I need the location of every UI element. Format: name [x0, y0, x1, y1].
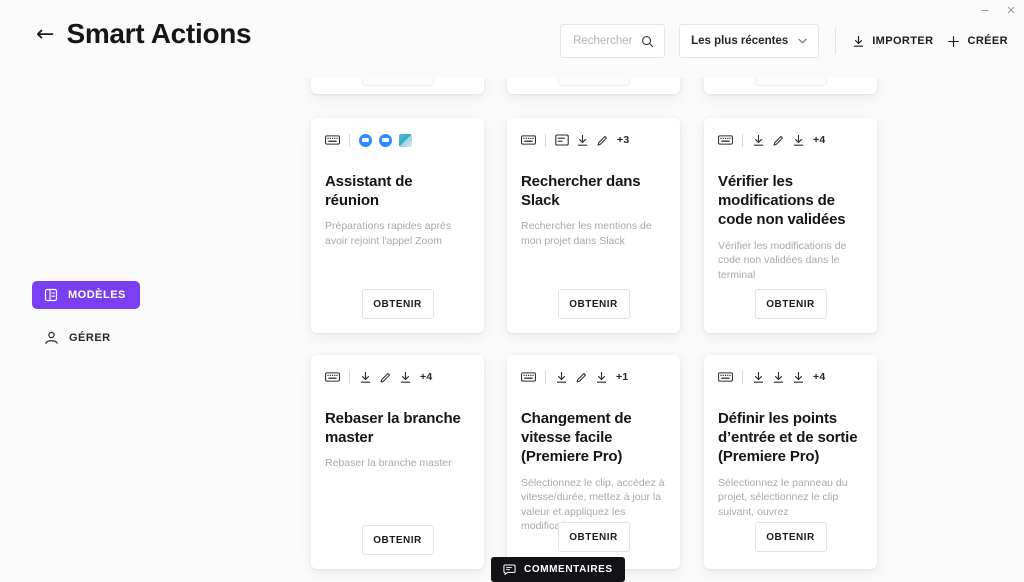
download-icon: [359, 371, 372, 384]
plus-icon: [947, 35, 960, 48]
extra-count: +4: [420, 371, 433, 383]
extra-count: +1: [616, 371, 629, 383]
zoom-app-icon: [359, 133, 372, 147]
icon-divider: [349, 370, 350, 384]
sidebar: MODÈLES GÉRER: [0, 78, 300, 582]
pencil-icon: [379, 371, 392, 384]
download-icon: [752, 134, 765, 147]
card-description: Préparations rapides après avoir rejoint…: [325, 220, 452, 247]
header-toolbar: Les plus récentes IMPORTER CRÉER: [560, 24, 1008, 58]
card-title: Définir les points d’entrée et de sortie…: [718, 410, 858, 466]
card-icon-row: +1: [521, 369, 666, 385]
card-icon-row: +3: [521, 132, 666, 148]
download-icon: [752, 371, 765, 384]
comments-button[interactable]: COMMENTAIRES: [491, 557, 625, 582]
minimize-button[interactable]: [972, 0, 998, 20]
search-input[interactable]: [571, 34, 642, 48]
template-list-icon: [44, 288, 58, 302]
download-icon: [555, 371, 568, 384]
card-description: Sélectionnez le panneau du projet, sélec…: [718, 476, 848, 518]
keyboard-icon: [521, 371, 536, 383]
pencil-icon: [772, 134, 785, 147]
person-icon: [44, 331, 59, 345]
keyboard-icon: [325, 134, 340, 146]
card-description: Rechercher les mentions de mon projet da…: [521, 220, 652, 247]
template-card[interactable]: +3 Rechercher dans Slack Rechercher les …: [507, 118, 680, 333]
download-icon: [852, 35, 865, 48]
sidebar-item-gerer[interactable]: GÉRER: [32, 324, 125, 352]
keyboard-icon: [718, 134, 733, 146]
sidebar-item-label: GÉRER: [69, 332, 111, 344]
toolbar-divider: [835, 28, 837, 54]
card-icon-row: +4: [718, 132, 863, 148]
template-card[interactable]: Assistant de réunion Préparations rapide…: [311, 118, 484, 333]
extra-count: +3: [617, 134, 630, 146]
template-card[interactable]: +4 Vérifier les modifications de code no…: [704, 118, 877, 333]
card-icon-row: +4: [325, 369, 470, 385]
download-icon: [595, 371, 608, 384]
create-label: CRÉER: [967, 35, 1008, 47]
search-icon[interactable]: [641, 35, 654, 48]
card-title: Rechercher dans Slack: [521, 173, 641, 210]
sort-dropdown[interactable]: Les plus récentes: [679, 24, 820, 58]
icon-divider: [545, 133, 546, 147]
close-button[interactable]: [998, 0, 1024, 20]
template-card[interactable]: +4 Rebaser la branche master Rebaser la …: [311, 355, 484, 569]
get-button[interactable]: OBTENIR: [361, 525, 434, 555]
comments-label: COMMENTAIRES: [524, 564, 613, 575]
back-arrow-icon[interactable]: ←: [36, 24, 54, 46]
card-description: Vérifier les modifications de code non v…: [718, 239, 847, 281]
get-button[interactable]: OBTENIR: [361, 289, 434, 319]
card-icon-row: [325, 132, 470, 148]
search-box[interactable]: [560, 24, 666, 58]
template-card[interactable]: +1 Changement de vitesse facile (Premier…: [507, 355, 680, 569]
download-icon: [576, 134, 589, 147]
pencil-icon: [596, 134, 609, 147]
sidebar-item-modeles[interactable]: MODÈLES: [32, 281, 140, 309]
download-icon: [772, 371, 785, 384]
card-title: Rebaser la branche master: [325, 410, 461, 447]
download-icon: [792, 371, 805, 384]
close-icon: [1007, 6, 1015, 14]
sidebar-item-label: MODÈLES: [68, 289, 126, 301]
title-group: ← Smart Actions: [36, 18, 252, 49]
card-title: Assistant de réunion: [325, 173, 413, 210]
chevron-down-icon: [798, 37, 807, 46]
get-button[interactable]: OBTENIR: [557, 289, 630, 319]
download-icon: [792, 134, 805, 147]
note-icon: [555, 134, 569, 146]
keyboard-icon: [325, 371, 340, 383]
icon-divider: [349, 133, 350, 147]
import-button[interactable]: IMPORTER: [852, 35, 933, 48]
template-card[interactable]: +4 Définir les points d’entrée et de sor…: [704, 355, 877, 569]
get-button[interactable]: OBTENIR: [754, 289, 827, 319]
import-label: IMPORTER: [872, 35, 934, 47]
pencil-icon: [575, 371, 588, 384]
keyboard-icon: [521, 134, 536, 146]
card-title: Vérifier les modifications de code non v…: [718, 173, 846, 229]
icon-divider: [742, 370, 743, 384]
create-button[interactable]: CRÉER: [947, 35, 1008, 48]
card-icon-row: +4: [718, 369, 863, 385]
page-title: Smart Actions: [66, 18, 252, 49]
get-button[interactable]: OBTENIR: [557, 522, 630, 552]
get-button[interactable]: OBTENIR: [754, 522, 827, 552]
extra-count: +4: [813, 134, 826, 146]
icon-divider: [742, 133, 743, 147]
template-grid: Assistant de réunion Préparations rapide…: [311, 0, 911, 582]
zoom-app-icon: [379, 133, 392, 147]
sort-dropdown-value: Les plus récentes: [691, 35, 789, 47]
keyboard-icon: [718, 371, 733, 383]
comment-bubble-icon: [503, 563, 516, 576]
card-description: Rebaser la branche master: [325, 457, 452, 470]
card-title: Changement de vitesse facile (Premiere P…: [521, 410, 632, 466]
app-window: ← Smart Actions Les plus récentes: [0, 0, 1024, 582]
window-controls: [972, 0, 1024, 20]
download-icon: [399, 371, 412, 384]
minimize-icon: [981, 10, 989, 11]
icon-divider: [545, 370, 546, 384]
app-header: ← Smart Actions Les plus récentes: [0, 0, 1024, 78]
app-tile-icon: [399, 133, 412, 147]
extra-count: +4: [813, 371, 826, 383]
